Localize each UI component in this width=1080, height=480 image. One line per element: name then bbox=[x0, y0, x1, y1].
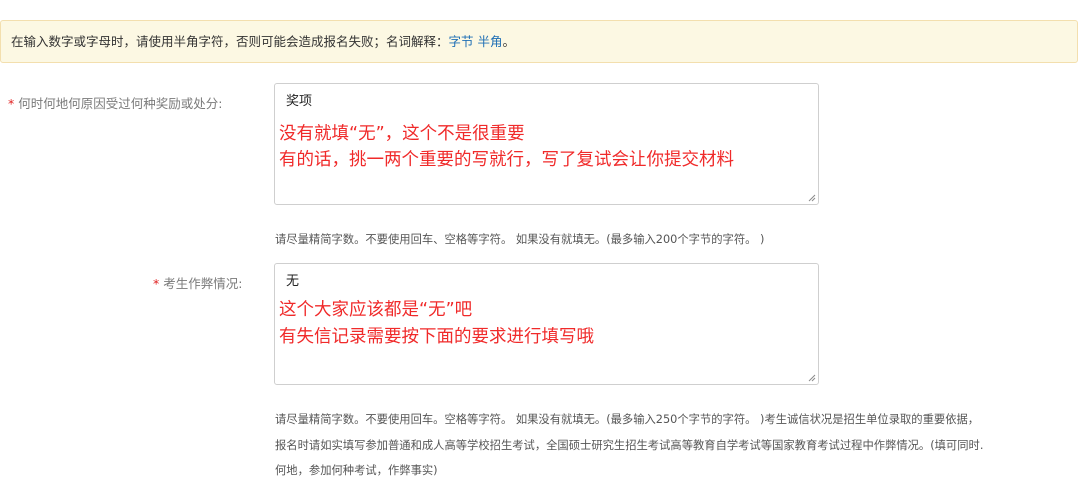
cheating-label: * 考生作弊情况: bbox=[153, 273, 242, 292]
awards-annotation-line1: 没有就填“无”，这个不是很重要 bbox=[279, 124, 525, 144]
awards-annotation-line2: 有的话，挑一两个重要的写就行，写了复试会让你提交材料 bbox=[279, 150, 734, 170]
cheating-annotation-line1: 这个大家应该都是“无”吧 bbox=[279, 300, 473, 320]
required-mark: * bbox=[153, 276, 160, 291]
awards-value: 奖项 bbox=[286, 94, 313, 109]
cheating-annotation-line2: 有失信记录需要按下面的要求进行填写哦 bbox=[279, 327, 594, 347]
link-halfwidth[interactable]: 半角 bbox=[478, 34, 503, 49]
cheating-help-line2: 报名时请如实填写参加普通和成人高等学校招生考试，全国硕士研究生招生考试高等教育自… bbox=[275, 439, 984, 452]
cheating-label-text: 考生作弊情况: bbox=[163, 276, 243, 291]
resize-grip-icon[interactable] bbox=[807, 373, 816, 382]
awards-help-text: 请尽量精简字数。不要使用回车、空格等字符。 如果没有就填无。(最多输入200个字… bbox=[275, 233, 765, 246]
awards-label: * 何时何地何原因受过何种奖励或处分: bbox=[8, 93, 222, 112]
notice-banner: 在输入数字或字母时，请使用半角字符，否则可能会造成报名失败；名词解释：字节 半角… bbox=[0, 20, 1078, 63]
link-byte[interactable]: 字节 bbox=[449, 34, 474, 49]
notice-end: 。 bbox=[502, 34, 516, 49]
notice-text: 在输入数字或字母时，请使用半角字符，否则可能会造成报名失败；名词解释： bbox=[11, 34, 449, 49]
registration-form-page: 在输入数字或字母时，请使用半角字符，否则可能会造成报名失败；名词解释：字节 半角… bbox=[0, 0, 1080, 480]
resize-grip-icon[interactable] bbox=[807, 193, 816, 202]
cheating-help-line1: 请尽量精简字数。不要使用回车。空格等字符。 如果没有就填无。(最多输入250个字… bbox=[275, 413, 980, 426]
cheating-value: 无 bbox=[286, 274, 300, 289]
awards-label-text: 何时何地何原因受过何种奖励或处分: bbox=[18, 96, 223, 111]
required-mark: * bbox=[8, 96, 15, 111]
cheating-help-line3: 何地，参加何种考试，作弊事实) bbox=[275, 464, 438, 477]
cheating-textarea[interactable]: 无 bbox=[274, 263, 819, 385]
